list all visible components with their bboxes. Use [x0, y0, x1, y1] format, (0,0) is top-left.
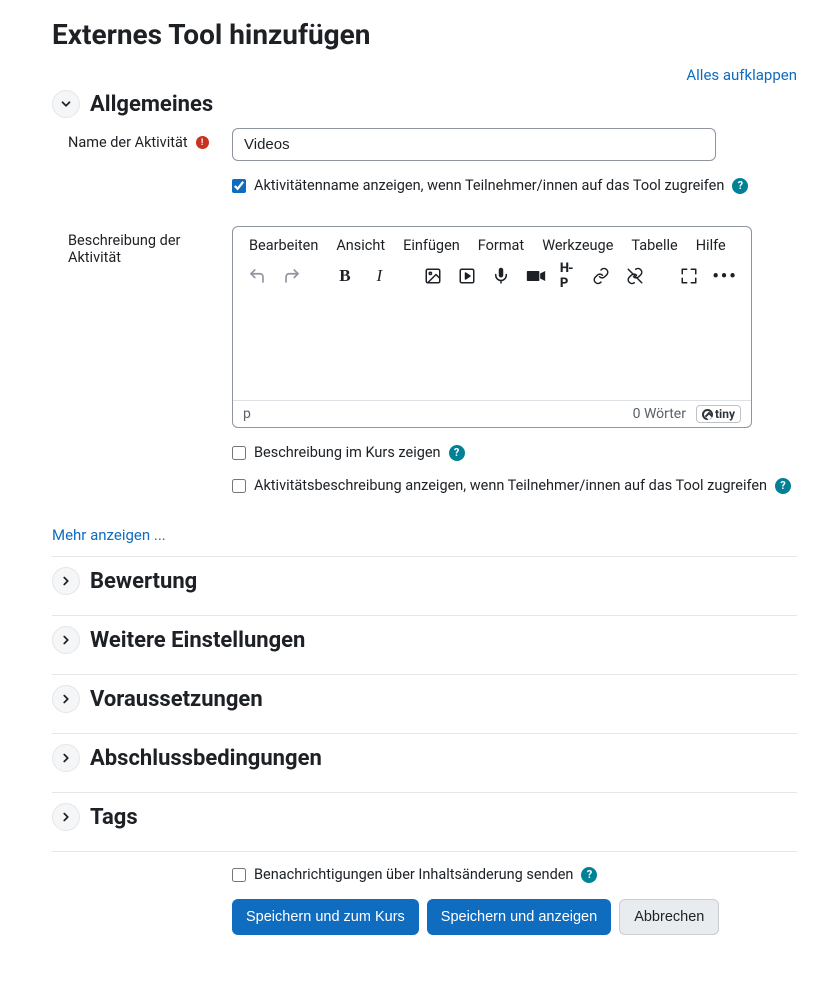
notify-label: Benachrichtigungen über Inhaltsänderung …	[254, 866, 573, 883]
section-toggle-grading[interactable]	[52, 567, 80, 595]
chevron-right-icon	[59, 751, 73, 765]
menu-edit[interactable]: Bearbeiten	[249, 237, 318, 254]
save-display-button[interactable]: Speichern und anzeigen	[427, 899, 611, 935]
h5p-icon[interactable]: H-P	[560, 264, 577, 288]
notify-checkbox[interactable]	[232, 868, 246, 882]
word-count: 0 Wörter	[633, 406, 686, 422]
help-icon[interactable]: ?	[581, 867, 597, 883]
record-video-icon[interactable]	[526, 264, 546, 288]
section-title-grading: Bewertung	[90, 569, 197, 594]
unlink-icon[interactable]	[625, 264, 645, 288]
editor-textarea[interactable]	[233, 298, 751, 400]
section-toggle-tags[interactable]	[52, 803, 80, 831]
save-return-button[interactable]: Speichern und zum Kurs	[232, 899, 419, 935]
help-icon[interactable]: ?	[732, 178, 748, 194]
section-title-more: Weitere Einstellungen	[90, 628, 305, 653]
menu-format[interactable]: Format	[478, 237, 524, 254]
editor-menubar: Bearbeiten Ansicht Einfügen Format Werkz…	[233, 227, 751, 260]
video-icon[interactable]	[457, 264, 477, 288]
show-desc-course-checkbox[interactable]	[232, 446, 246, 460]
label-activity-name: Name der Aktivität	[68, 134, 188, 151]
redo-icon[interactable]	[281, 264, 301, 288]
section-title-restrictions: Voraussetzungen	[90, 687, 263, 712]
bold-icon[interactable]: B	[335, 264, 355, 288]
show-desc-tool-checkbox[interactable]	[232, 479, 246, 493]
menu-insert[interactable]: Einfügen	[403, 237, 460, 254]
fullscreen-icon[interactable]	[679, 264, 699, 288]
section-title-tags: Tags	[90, 805, 138, 830]
section-toggle-general[interactable]	[52, 90, 80, 118]
section-title-general: Allgemeines	[90, 92, 213, 117]
label-activity-desc: Beschreibung der Aktivität	[68, 232, 232, 266]
editor-path[interactable]: p	[243, 406, 251, 422]
section-title-completion: Abschlussbedingungen	[90, 746, 322, 771]
chevron-right-icon	[59, 810, 73, 824]
menu-tools[interactable]: Werkzeuge	[542, 237, 613, 254]
more-tools-icon[interactable]: •••	[713, 264, 737, 288]
menu-help[interactable]: Hilfe	[696, 237, 726, 254]
image-icon[interactable]	[423, 264, 443, 288]
editor-toolbar: B I H-P	[233, 260, 751, 298]
undo-icon[interactable]	[247, 264, 267, 288]
section-toggle-restrictions[interactable]	[52, 685, 80, 713]
menu-view[interactable]: Ansicht	[336, 237, 385, 254]
cancel-button[interactable]: Abbrechen	[619, 899, 719, 935]
expand-all-link[interactable]: Alles aufklappen	[686, 66, 797, 84]
activity-name-input[interactable]	[232, 128, 716, 161]
italic-icon[interactable]: I	[369, 264, 389, 288]
show-activity-name-label: Aktivitätenname anzeigen, wenn Teilnehme…	[254, 177, 724, 194]
help-icon[interactable]: ?	[449, 445, 465, 461]
description-editor: Bearbeiten Ansicht Einfügen Format Werkz…	[232, 226, 752, 428]
link-icon[interactable]	[591, 264, 611, 288]
help-icon[interactable]: ?	[775, 478, 791, 494]
show-desc-course-label: Beschreibung im Kurs zeigen	[254, 444, 441, 461]
tiny-badge[interactable]: tiny	[696, 405, 741, 423]
chevron-right-icon	[59, 633, 73, 647]
microphone-icon[interactable]	[491, 264, 511, 288]
show-activity-name-checkbox[interactable]	[232, 179, 246, 193]
tiny-logo-icon	[702, 409, 713, 420]
page-title: Externes Tool hinzufügen	[52, 18, 797, 51]
required-icon: !	[196, 136, 209, 149]
show-desc-tool-label: Aktivitätsbeschreibung anzeigen, wenn Te…	[254, 477, 767, 494]
chevron-down-icon	[59, 97, 73, 111]
chevron-right-icon	[59, 692, 73, 706]
section-toggle-more[interactable]	[52, 626, 80, 654]
show-more-link[interactable]: Mehr anzeigen ...	[52, 526, 166, 544]
menu-table[interactable]: Tabelle	[631, 237, 677, 254]
section-toggle-completion[interactable]	[52, 744, 80, 772]
chevron-right-icon	[59, 574, 73, 588]
